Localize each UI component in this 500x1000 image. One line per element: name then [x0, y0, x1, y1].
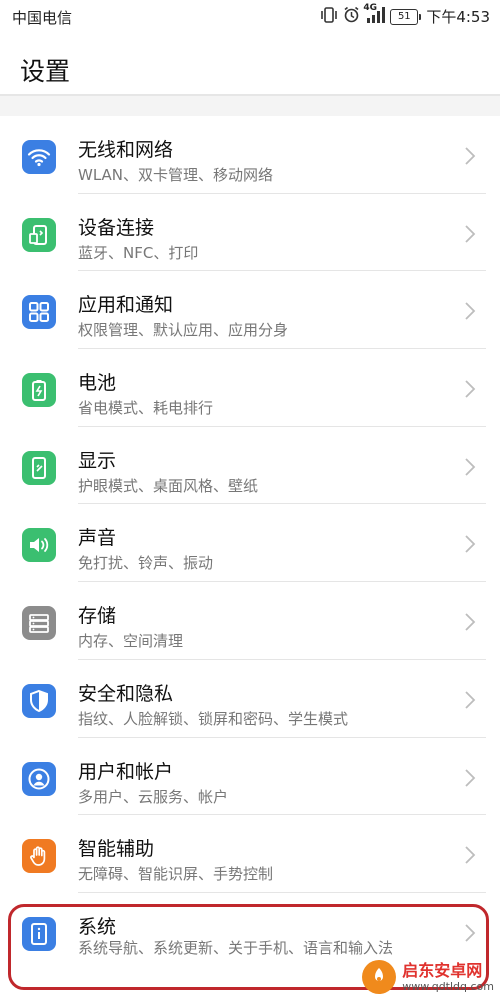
header-divider: [0, 94, 500, 116]
settings-item-subtitle: 多用户、云服务、帐户: [78, 787, 229, 806]
chevron-right-icon: [465, 302, 476, 321]
settings-item-storage[interactable]: 存储 内存、空间清理: [0, 582, 500, 660]
settings-item-title: 用户和帐户: [78, 760, 174, 783]
settings-item-users-accounts[interactable]: 用户和帐户 多用户、云服务、帐户: [0, 738, 500, 816]
display-icon: [22, 450, 56, 485]
settings-item-apps-notifications[interactable]: 应用和通知 权限管理、默认应用、应用分身: [0, 271, 500, 350]
settings-item-smart-assistance[interactable]: 智能辅助 无障碍、智能识屏、手势控制: [0, 815, 500, 893]
alarm-icon: [343, 6, 360, 27]
chevron-right-icon: [465, 535, 476, 554]
settings-item-subtitle: 省电模式、耗电排行: [78, 399, 214, 418]
page-title: 设置: [20, 57, 71, 86]
settings-item-subtitle: WLAN、双卡管理、移动网络: [78, 166, 274, 184]
carrier-label: 中国电信: [12, 9, 73, 27]
battery-icon: [22, 373, 56, 408]
user-icon: [22, 761, 56, 796]
vibrate-icon: [320, 6, 338, 27]
chevron-right-icon: [465, 924, 476, 942]
system-info-icon: [22, 916, 56, 951]
apps-icon: [22, 295, 56, 330]
settings-item-title: 显示: [78, 449, 117, 472]
settings-item-title: 系统: [78, 915, 117, 938]
settings-item-subtitle: 权限管理、默认应用、应用分身: [78, 321, 289, 340]
settings-item-title: 存储: [78, 605, 117, 628]
shield-icon: [22, 683, 56, 718]
chevron-right-icon: [465, 147, 476, 165]
status-bar: 中国电信 4G 51 下午4:53: [0, 0, 500, 34]
watermark-url: www.qdtldq.com: [402, 979, 494, 993]
settings-item-title: 电池: [78, 372, 117, 395]
settings-item-subtitle: 指纹、人脸解锁、锁屏和密码、学生模式: [78, 709, 349, 728]
network-type-label: 4G: [363, 2, 377, 13]
settings-item-subtitle: 免打扰、铃声、振动: [78, 554, 214, 573]
settings-item-security-privacy[interactable]: 安全和隐私 指纹、人脸解锁、锁屏和密码、学生模式: [0, 660, 500, 738]
settings-item-title: 声音: [78, 527, 117, 550]
hand-icon: [22, 839, 56, 874]
chevron-right-icon: [465, 380, 476, 398]
chevron-right-icon: [465, 458, 476, 476]
signal-icon: 4G: [363, 3, 386, 27]
settings-item-battery[interactable]: 电池 省电模式、耗电排行: [0, 349, 500, 427]
storage-icon: [22, 606, 56, 641]
settings-item-subtitle: 系统导航、系统更新、关于手机、语言和输入法: [78, 938, 394, 957]
chevron-right-icon: [465, 225, 476, 243]
chevron-right-icon: [465, 768, 476, 787]
settings-item-title: 设备连接: [78, 216, 155, 239]
settings-item-subtitle: 无障碍、智能识屏、手势控制: [78, 865, 274, 884]
chevron-right-icon: [465, 613, 476, 631]
settings-item-subtitle: 内存、空间清理: [78, 632, 184, 651]
settings-item-device-connection[interactable]: 设备连接 蓝牙、NFC、打印: [0, 194, 500, 272]
settings-item-wireless-network[interactable]: 无线和网络 WLAN、双卡管理、移动网络: [0, 116, 500, 194]
settings-item-title: 智能辅助: [78, 838, 155, 861]
sound-icon: [22, 528, 56, 563]
settings-item-subtitle: 蓝牙、NFC、打印: [78, 243, 199, 262]
device-connection-icon: [22, 217, 56, 252]
watermark-logo-icon: [362, 960, 397, 994]
wifi-icon: [22, 140, 56, 174]
settings-item-sound[interactable]: 声音 免打扰、铃声、振动: [0, 504, 500, 583]
watermark: 启东安卓网 www.qdtldq.com: [362, 960, 494, 994]
chevron-right-icon: [465, 691, 476, 709]
settings-item-display[interactable]: 显示 护眼模式、桌面风格、壁纸: [0, 427, 500, 505]
battery-level: 51: [390, 8, 419, 25]
chevron-right-icon: [465, 846, 476, 864]
settings-item-title: 无线和网络: [78, 139, 174, 161]
clock: 下午4:53: [426, 8, 490, 26]
settings-list: 无线和网络 WLAN、双卡管理、移动网络 设备连接 蓝牙、NFC、打印 应用和通…: [0, 116, 500, 983]
settings-item-title: 应用和通知: [78, 294, 174, 317]
watermark-name: 启东安卓网: [402, 960, 483, 980]
battery-indicator: 51: [390, 8, 422, 25]
status-icons: 4G 51 下午4:53: [320, 3, 490, 27]
settings-item-title: 安全和隐私: [78, 682, 174, 705]
settings-item-subtitle: 护眼模式、桌面风格、壁纸: [78, 476, 259, 495]
